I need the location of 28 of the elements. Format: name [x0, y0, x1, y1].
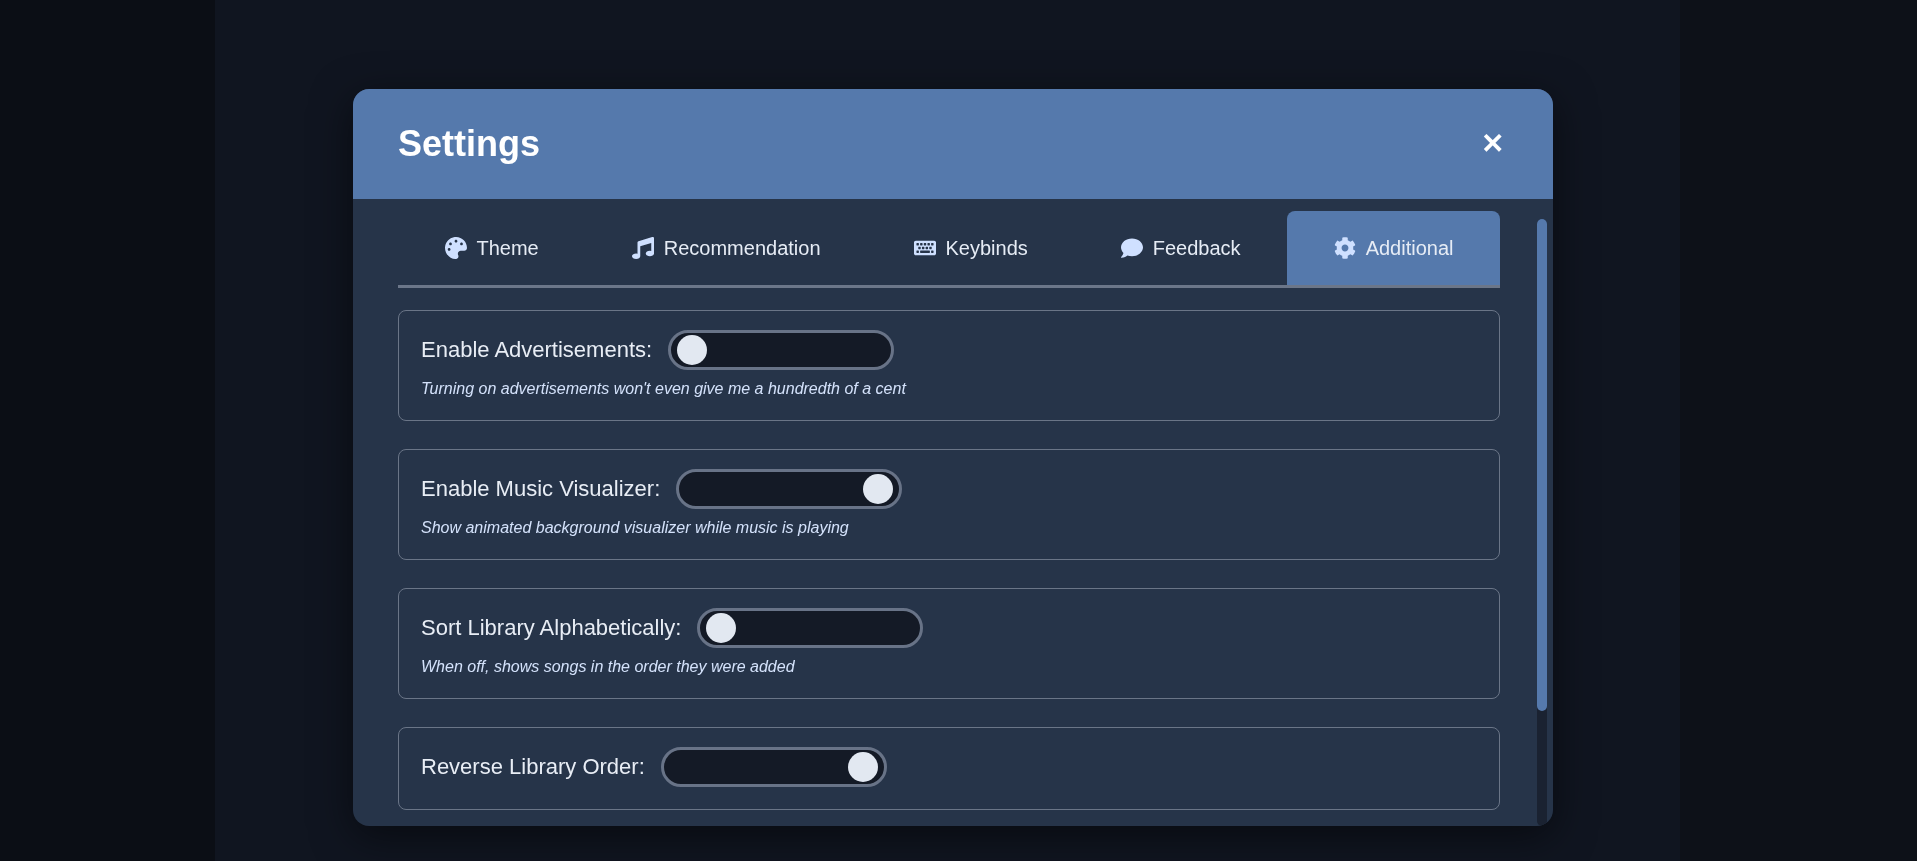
- toggle-knob[interactable]: [706, 613, 737, 643]
- setting-description: Show animated background visualizer while music is playing: [421, 519, 850, 537]
- toggle-knob[interactable]: [847, 752, 878, 782]
- scrollbar-thumb[interactable]: [1537, 219, 1547, 711]
- toggle-switch[interactable]: [676, 469, 903, 509]
- setting-label: Enable Music Visualizer:: [421, 476, 661, 502]
- toggle-knob[interactable]: [677, 335, 708, 365]
- toggle-switch[interactable]: [697, 608, 924, 648]
- toggle-knob[interactable]: [863, 474, 894, 504]
- settings-icon: [1333, 237, 1356, 259]
- setting-label: Sort Library Alphabetically:: [421, 615, 682, 641]
- setting-description: Turning on advertisements won't even give me a hundredth of a cent: [421, 380, 908, 398]
- settings-tab[interactable]: Theme: [398, 211, 586, 285]
- setting-label: Reverse Library Order:: [421, 754, 645, 780]
- dialog-title: Settings: [398, 123, 540, 165]
- palette-icon: [444, 237, 467, 259]
- music-note-icon: [631, 237, 654, 259]
- toggle-switch[interactable]: [660, 747, 887, 787]
- close-button[interactable]: ✕: [1477, 126, 1508, 162]
- scrollbar-track[interactable]: [1537, 219, 1547, 826]
- speech-bubble-icon: [1120, 237, 1143, 259]
- settings-tab[interactable]: Recommendation: [585, 211, 867, 285]
- toggle-switch[interactable]: [668, 330, 895, 370]
- settings-tab[interactable]: Additional: [1287, 211, 1500, 285]
- settings-tab[interactable]: Keybinds: [867, 211, 1075, 285]
- settings-tab[interactable]: Feedback: [1074, 211, 1288, 285]
- setting-label: Enable Advertisements:: [421, 337, 653, 363]
- setting-description: When off, shows songs in the order they were added: [421, 658, 796, 676]
